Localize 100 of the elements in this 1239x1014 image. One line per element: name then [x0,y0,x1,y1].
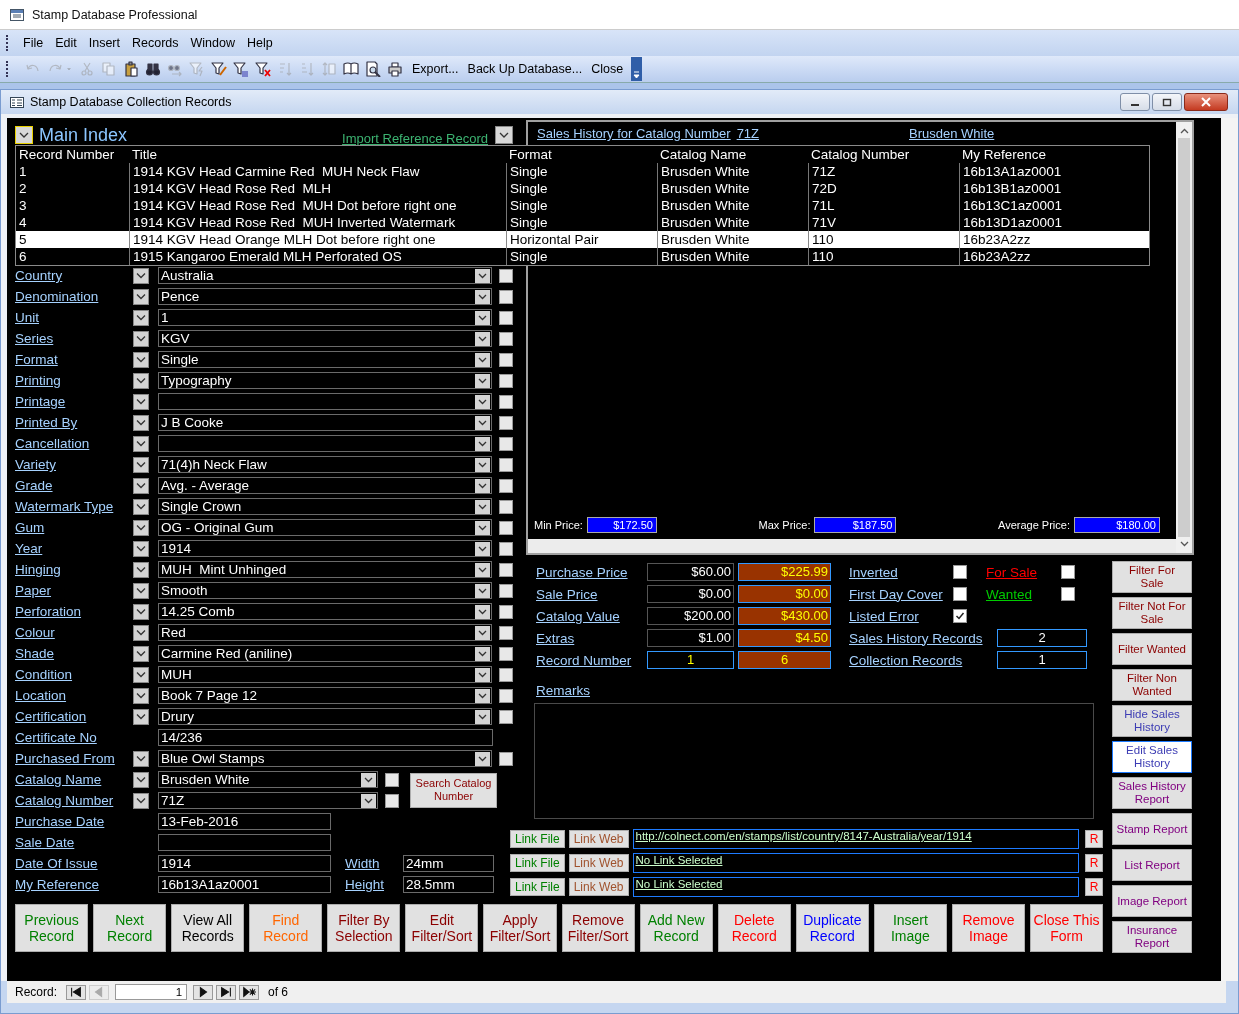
field-label[interactable]: First Day Cover [849,586,953,602]
amount-field[interactable]: $0.00 [647,585,734,603]
form-button[interactable]: Filter For Sale [1112,561,1192,593]
list-row[interactable]: 3 1914 KGV Head Rose Red MUH Dot before right one Single Brusden White 71L 16b13C1az0001 [16,197,1149,214]
dropdown-button[interactable] [133,582,149,599]
field-label[interactable]: Hinging [15,562,132,577]
combo-box[interactable]: Book 7 Page 12 [158,687,492,704]
combo-box[interactable]: Blue Owl Stamps [158,750,492,767]
catalog-name-link[interactable]: Brusden White [909,126,995,141]
form-button[interactable]: Filter Wanted [1112,633,1192,665]
combo-box[interactable]: 71(4)h Neck Flaw [158,456,492,473]
link-file-button[interactable]: Link File [510,830,565,848]
binoculars-icon[interactable] [145,61,161,77]
url-link[interactable]: No Link Selected [635,878,723,890]
checkbox[interactable] [499,667,513,682]
form-button[interactable]: View All Records [171,904,245,952]
field-label[interactable]: Grade [15,478,132,493]
menu-item[interactable]: Records [127,36,187,50]
first-record-button[interactable] [66,984,87,1000]
url-link[interactable]: No Link Selected [635,854,723,866]
checkbox[interactable] [499,688,513,703]
dropdown-button[interactable] [133,561,149,578]
link-web-button[interactable]: Link Web [568,878,629,896]
field-label[interactable]: Gum [15,520,132,535]
combo-box[interactable]: Brusden White [158,771,378,788]
form-button[interactable]: Edit Sales History [1112,741,1192,773]
form-button[interactable]: Sales History Report [1112,777,1192,809]
field-label[interactable]: Printed By [15,415,132,430]
field-label[interactable]: Purchased From [15,751,132,766]
funnel-pencil-icon[interactable] [211,61,227,77]
form-button[interactable]: Insert Image [873,904,947,952]
url-field[interactable]: No Link Selected [632,877,1079,897]
checkbox[interactable] [499,583,513,598]
form-button[interactable]: Duplicate Record [795,904,869,952]
combo-box[interactable]: MUH Mint Unhinged [158,561,492,578]
field-label[interactable]: Purchase Price [536,564,643,580]
combo-box[interactable]: Carmine Red (aniline) [158,645,492,662]
import-link[interactable]: Import Reference Record [342,130,488,146]
checkbox[interactable] [499,415,513,430]
text-field[interactable]: 16b13A1az0001 [158,876,331,893]
scroll-up-icon[interactable] [1179,128,1189,134]
dropdown-button[interactable] [133,414,149,431]
book-icon[interactable] [343,61,359,77]
remarks-field[interactable] [534,703,1094,819]
checkbox[interactable] [499,646,513,661]
field-label[interactable]: Catalog Name [15,772,132,787]
checkbox[interactable] [499,289,513,304]
checkbox[interactable] [499,709,513,724]
dropdown-button[interactable] [495,126,513,144]
checkbox[interactable] [499,310,513,325]
combo-box[interactable]: Smooth [158,582,492,599]
amount-field[interactable]: $60.00 [647,563,734,581]
checkbox[interactable] [499,268,513,283]
dropdown-button[interactable] [133,603,149,620]
dropdown-button[interactable] [133,540,149,557]
field-label[interactable]: Format [15,352,132,367]
combo-box[interactable]: Pence [158,288,492,305]
print-preview-icon[interactable] [365,61,381,77]
checkbox[interactable] [499,751,513,766]
combo-box[interactable]: Drury [158,708,492,725]
search-catalog-button[interactable]: Search Catalog Number [410,772,497,808]
text-field[interactable]: 13-Feb-2016 [158,813,331,830]
toolbar-command[interactable]: Back Up Database... [467,62,583,76]
field-label[interactable]: Country [15,268,132,283]
field-label[interactable]: Remarks [536,683,590,698]
checkbox[interactable] [499,478,513,493]
combo-box[interactable]: Red [158,624,492,641]
checkbox[interactable] [499,352,513,367]
dropdown-button[interactable] [133,267,149,284]
field-label[interactable]: Printing [15,373,132,388]
list-row[interactable]: 1 1914 KGV Head Carmine Red MUH Neck Flaw Single Brusden White 71Z 16b13A1az0001 [16,163,1149,180]
dropdown-button[interactable] [133,498,149,515]
checkbox[interactable] [499,520,513,535]
combo-box[interactable]: Typography [158,372,492,389]
dropdown-button[interactable] [133,309,149,326]
toolbar-options-icon[interactable] [631,57,643,81]
amount-field[interactable]: $200.00 [647,607,734,625]
menu-item[interactable]: Help [243,36,281,50]
new-record-button[interactable] [239,984,260,1000]
amount-field[interactable]: $430.00 [738,607,831,625]
form-button[interactable]: Hide Sales History [1112,705,1192,737]
link-web-button[interactable]: Link Web [568,854,629,872]
amount-field[interactable]: $1.00 [647,629,734,647]
form-button[interactable]: Filter Non Wanted [1112,669,1192,701]
menu-item[interactable]: Window [186,36,243,50]
text-field[interactable]: 1914 [158,855,331,872]
checkbox[interactable] [499,499,513,514]
count-field[interactable]: 2 [997,629,1087,647]
scrollbar[interactable] [1176,122,1192,553]
field-label[interactable]: Catalog Number [15,793,132,808]
combo-box[interactable]: 71Z [158,792,378,809]
amount-field[interactable]: 1 [647,651,734,669]
combo-box[interactable] [158,435,492,452]
checkbox[interactable] [499,373,513,388]
checkbox[interactable] [1061,587,1075,601]
dropdown-button[interactable] [133,771,149,788]
dropdown-button[interactable] [133,393,149,410]
form-button[interactable]: Add New Record [639,904,713,952]
dropdown-button[interactable] [133,372,149,389]
field-label[interactable]: Perforation [15,604,132,619]
